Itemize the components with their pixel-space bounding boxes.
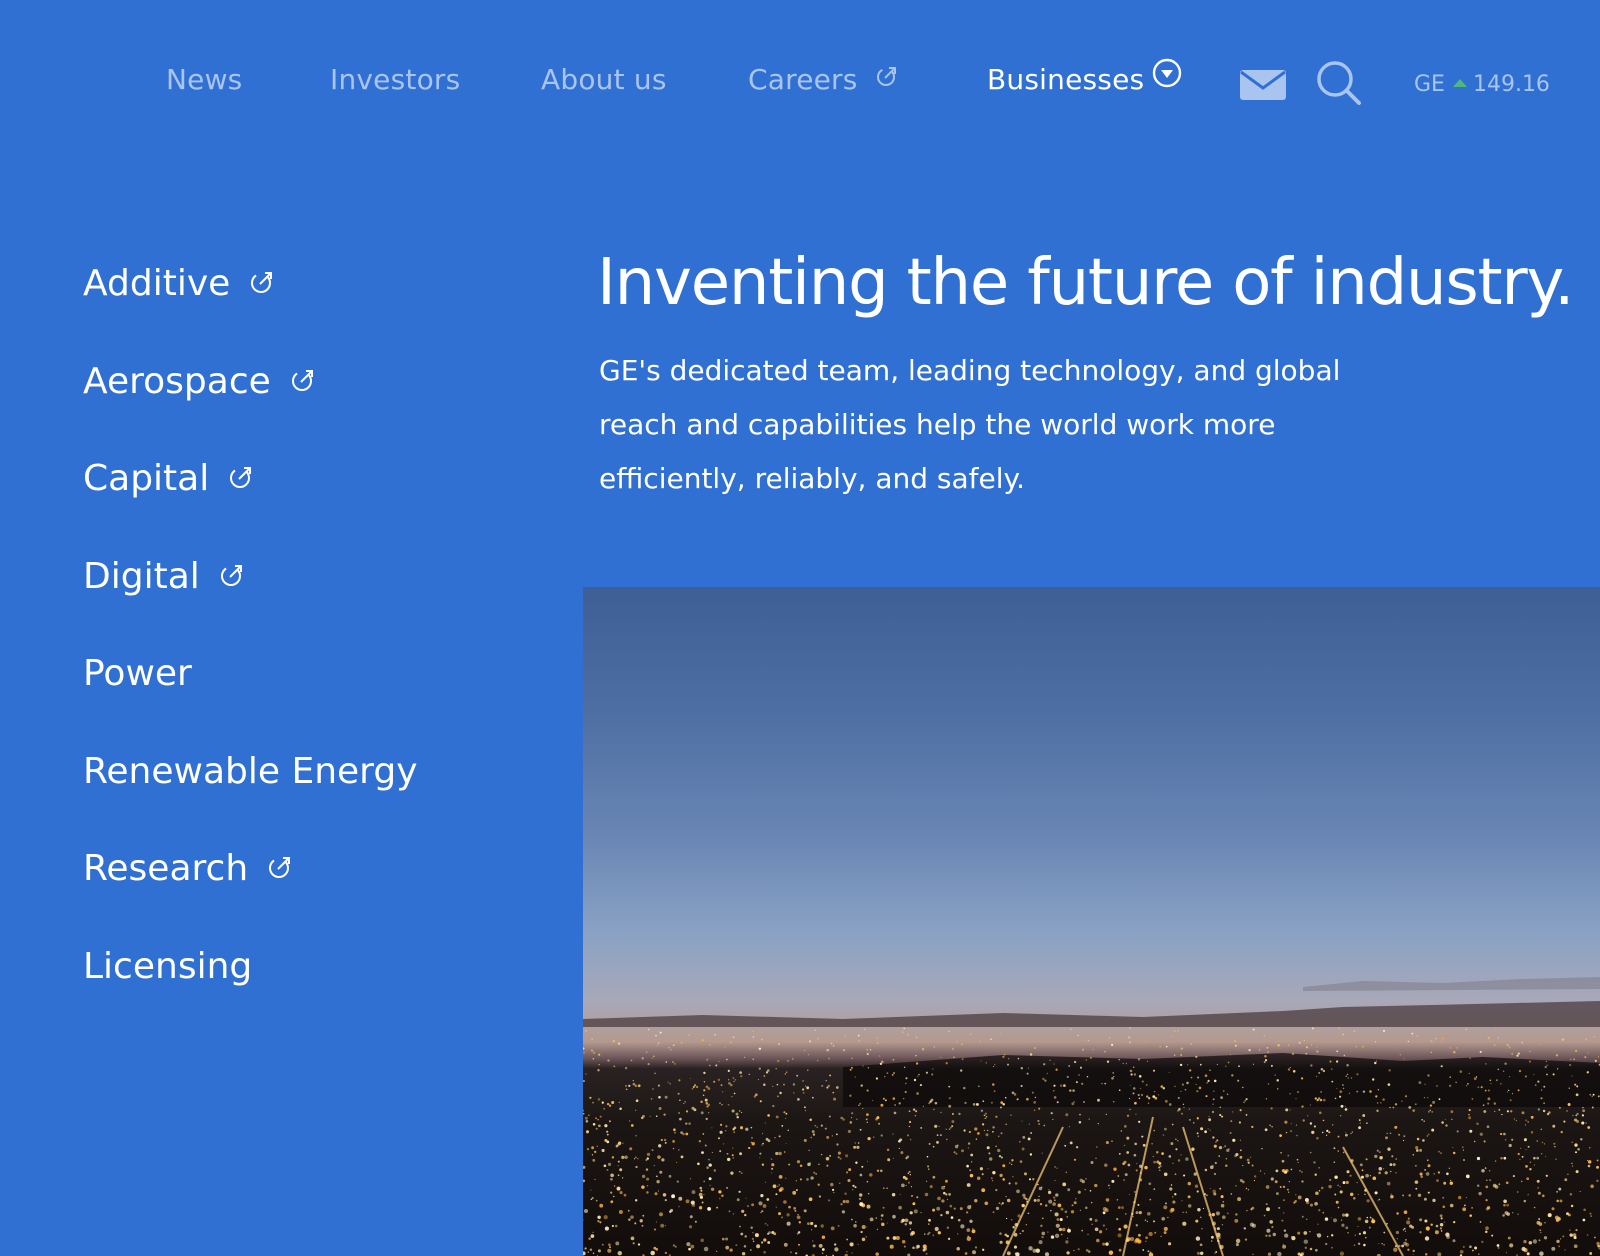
nav-investors-link[interactable]: Investors [330, 62, 460, 98]
business-item-capital[interactable]: Capital [83, 453, 418, 551]
external-link-icon [876, 60, 898, 96]
businesses-menu: Additive Aerospace Capital Digital Power… [83, 258, 418, 1038]
hero-text-line: reach and capabilities help the world wo… [599, 408, 1276, 441]
stock-up-arrow-icon [1452, 79, 1467, 87]
business-item-digital[interactable]: Digital [83, 551, 418, 649]
hero-title: Inventing the future of industry. [597, 246, 1574, 320]
nav-businesses-label: Businesses [987, 63, 1145, 96]
top-nav: News Investors About us Careers Business… [0, 0, 1600, 160]
business-item-research[interactable]: Research [83, 843, 418, 941]
search-icon[interactable] [1316, 60, 1362, 110]
business-item-label: Renewable Energy [83, 750, 418, 792]
city-lights-illustration [583, 977, 1600, 1256]
city-night-photo [583, 587, 1600, 1256]
mail-icon[interactable] [1240, 70, 1286, 104]
dropdown-circle-icon [1152, 58, 1182, 97]
business-item-label: Digital [83, 555, 200, 597]
stock-ticker[interactable]: GE 149.16 [1414, 70, 1550, 100]
business-item-power[interactable]: Power [83, 648, 418, 746]
hero-text-line: GE's dedicated team, leading technology,… [599, 354, 1341, 387]
stock-symbol: GE [1414, 72, 1445, 97]
external-link-icon [220, 550, 244, 602]
business-item-renewable-energy[interactable]: Renewable Energy [83, 746, 418, 844]
business-item-label: Licensing [83, 945, 253, 987]
business-item-label: Research [83, 848, 249, 889]
business-item-label: Power [83, 653, 192, 694]
business-item-label: Capital [83, 458, 210, 499]
nav-careers-label: Careers [748, 63, 858, 96]
external-link-icon [229, 452, 253, 504]
hero-description: GE's dedicated team, leading technology,… [599, 344, 1359, 506]
business-item-label: Aerospace [83, 360, 271, 402]
nav-news-link[interactable]: News [166, 62, 242, 98]
external-link-icon [250, 257, 274, 309]
external-link-icon [291, 355, 315, 407]
hero-text-line: efficiently, reliably, and safely. [599, 462, 1026, 495]
external-link-icon [268, 842, 292, 894]
business-item-aerospace[interactable]: Aerospace [83, 356, 418, 454]
nav-careers-link[interactable]: Careers [748, 62, 898, 98]
business-item-additive[interactable]: Additive [83, 258, 418, 356]
stock-price: 149.16 [1472, 72, 1550, 97]
nav-businesses-link[interactable]: Businesses [987, 58, 1182, 98]
business-item-label: Additive [83, 263, 231, 304]
business-item-licensing[interactable]: Licensing [83, 941, 418, 1039]
nav-about-us-link[interactable]: About us [541, 62, 667, 98]
